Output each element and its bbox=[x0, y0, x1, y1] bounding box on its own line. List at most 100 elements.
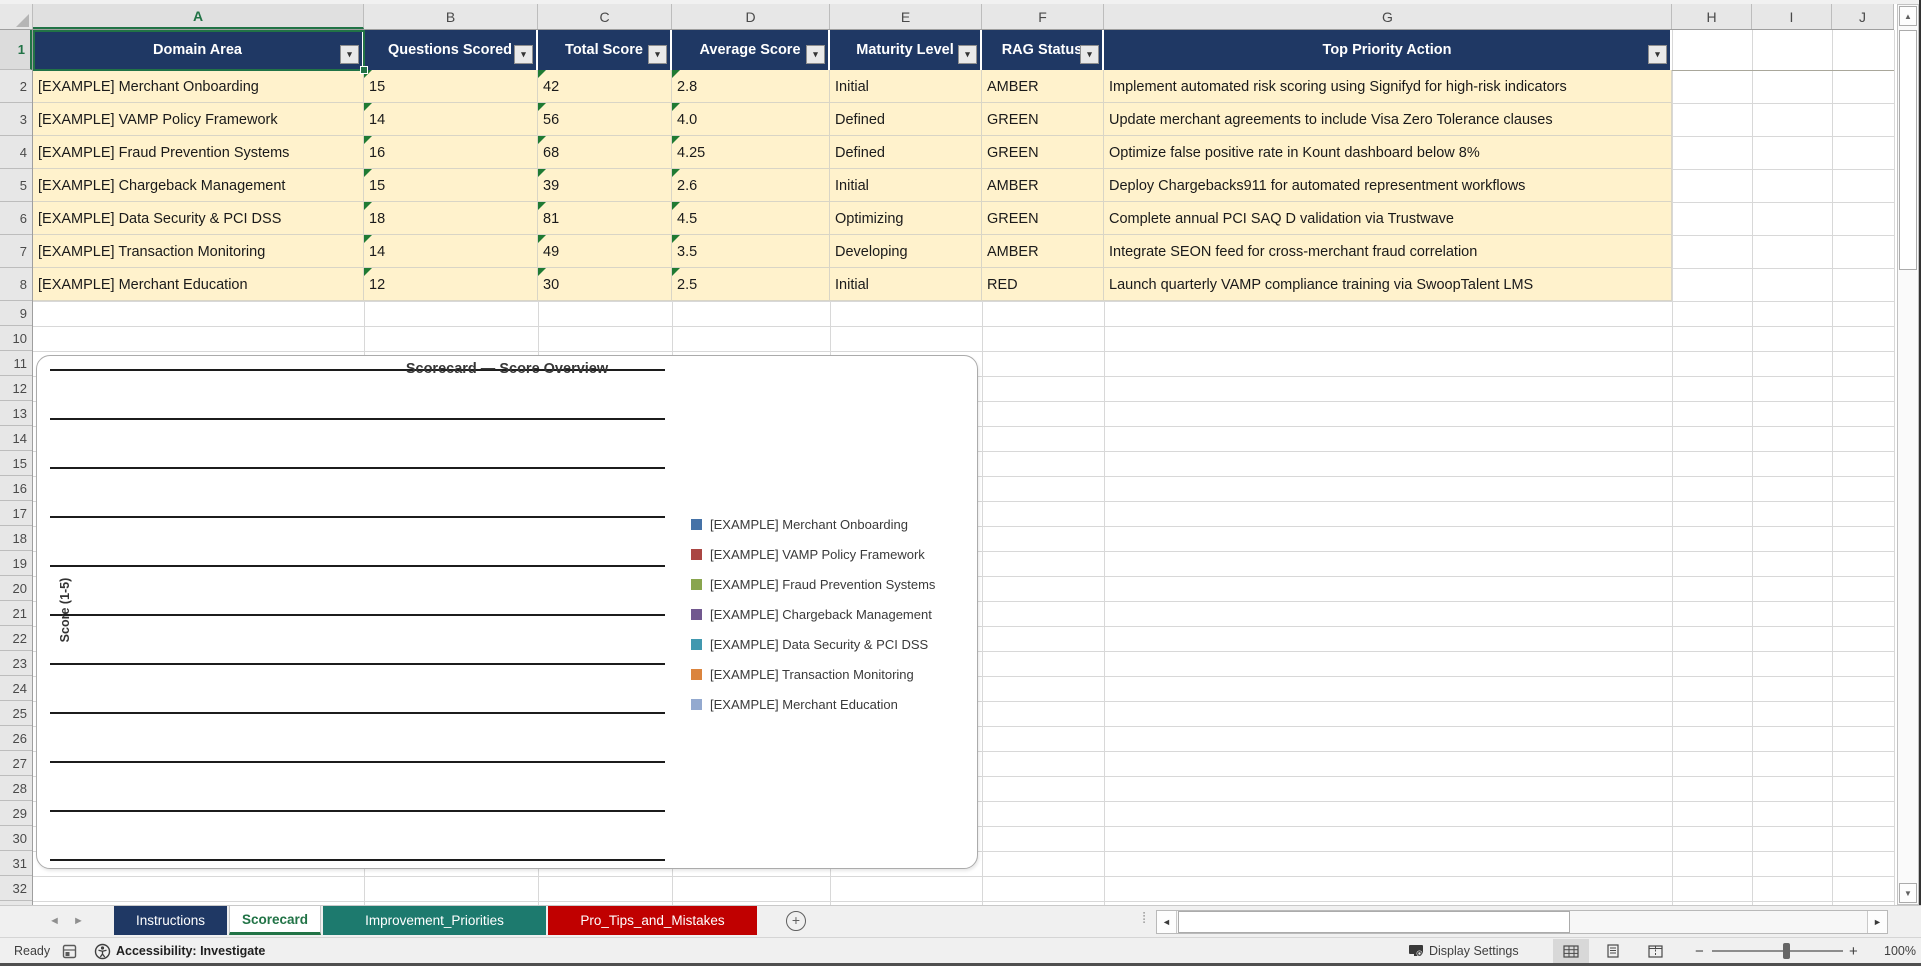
cell-B6[interactable]: 18 bbox=[364, 202, 538, 235]
column-header-I[interactable]: I bbox=[1752, 4, 1832, 29]
row-number-32[interactable]: 32 bbox=[0, 876, 32, 901]
cell-C3[interactable]: 56 bbox=[538, 103, 672, 136]
row-number-8[interactable]: 8 bbox=[0, 268, 32, 301]
header-cell-total-score[interactable]: Total Score ▾ bbox=[538, 30, 672, 70]
filter-dropdown-icon[interactable]: ▾ bbox=[806, 45, 825, 64]
row-number-15[interactable]: 15 bbox=[0, 451, 32, 476]
row-number-17[interactable]: 17 bbox=[0, 501, 32, 526]
accessibility-icon[interactable] bbox=[94, 938, 111, 964]
row-number-27[interactable]: 27 bbox=[0, 751, 32, 776]
column-header-F[interactable]: F bbox=[982, 4, 1104, 29]
header-cell-domain-area[interactable]: Domain Area ▾ bbox=[33, 30, 364, 70]
cell-E5[interactable]: Initial bbox=[830, 169, 982, 202]
zoom-slider-track[interactable] bbox=[1712, 950, 1843, 952]
cell-A2[interactable]: [EXAMPLE] Merchant Onboarding bbox=[33, 70, 364, 103]
row-number-16[interactable]: 16 bbox=[0, 476, 32, 501]
accessibility-status[interactable]: Accessibility: Investigate bbox=[116, 938, 265, 964]
cell-D8[interactable]: 2.5 bbox=[672, 268, 830, 301]
vertical-scroll-thumb[interactable] bbox=[1899, 30, 1917, 270]
cell-B7[interactable]: 14 bbox=[364, 235, 538, 268]
row-number-25[interactable]: 25 bbox=[0, 701, 32, 726]
display-settings-button[interactable]: Display Settings bbox=[1408, 938, 1519, 964]
header-cell-questions-scored[interactable]: Questions Scored ▾ bbox=[364, 30, 538, 70]
cell-E7[interactable]: Developing bbox=[830, 235, 982, 268]
cell-E4[interactable]: Defined bbox=[830, 136, 982, 169]
header-cell-average-score[interactable]: Average Score ▾ bbox=[672, 30, 830, 70]
cell-B3[interactable]: 14 bbox=[364, 103, 538, 136]
scroll-right-button[interactable]: ► bbox=[1867, 911, 1887, 933]
scroll-down-button[interactable]: ▼ bbox=[1899, 883, 1917, 903]
sheet-tab-instructions[interactable]: Instructions bbox=[114, 906, 227, 935]
select-all-button[interactable] bbox=[0, 4, 33, 29]
column-header-C[interactable]: C bbox=[538, 4, 672, 29]
filter-dropdown-icon[interactable]: ▾ bbox=[1648, 45, 1667, 64]
cell-G8[interactable]: Launch quarterly VAMP compliance trainin… bbox=[1104, 268, 1672, 301]
cell-G6[interactable]: Complete annual PCI SAQ D validation via… bbox=[1104, 202, 1672, 235]
row-number-31[interactable]: 31 bbox=[0, 851, 32, 876]
cell-B8[interactable]: 12 bbox=[364, 268, 538, 301]
cell-D3[interactable]: 4.0 bbox=[672, 103, 830, 136]
column-header-A[interactable]: A bbox=[33, 4, 364, 29]
normal-view-button[interactable] bbox=[1553, 939, 1589, 963]
new-sheet-button[interactable]: + bbox=[786, 911, 806, 931]
row-number-12[interactable]: 12 bbox=[0, 376, 32, 401]
cell-A7[interactable]: [EXAMPLE] Transaction Monitoring bbox=[33, 235, 364, 268]
cell-B5[interactable]: 15 bbox=[364, 169, 538, 202]
horizontal-scroll-thumb[interactable] bbox=[1178, 911, 1570, 933]
row-number-22[interactable]: 22 bbox=[0, 626, 32, 651]
cell-A6[interactable]: [EXAMPLE] Data Security & PCI DSS bbox=[33, 202, 364, 235]
cell-G3[interactable]: Update merchant agreements to include Vi… bbox=[1104, 103, 1672, 136]
cell-F6[interactable]: GREEN bbox=[982, 202, 1104, 235]
column-header-H[interactable]: H bbox=[1672, 4, 1752, 29]
row-number-3[interactable]: 3 bbox=[0, 103, 32, 136]
filter-dropdown-icon[interactable]: ▾ bbox=[648, 45, 667, 64]
cell-E2[interactable]: Initial bbox=[830, 70, 982, 103]
cell-C6[interactable]: 81 bbox=[538, 202, 672, 235]
header-cell-top-priority-action[interactable]: Top Priority Action ▾ bbox=[1104, 30, 1672, 70]
row-number-9[interactable]: 9 bbox=[0, 301, 32, 326]
row-number-20[interactable]: 20 bbox=[0, 576, 32, 601]
sheet-tab-scorecard[interactable]: Scorecard bbox=[229, 906, 321, 935]
cell-F2[interactable]: AMBER bbox=[982, 70, 1104, 103]
macro-record-icon[interactable] bbox=[62, 938, 77, 964]
cell-F4[interactable]: GREEN bbox=[982, 136, 1104, 169]
cell-C7[interactable]: 49 bbox=[538, 235, 672, 268]
row-number-2[interactable]: 2 bbox=[0, 70, 32, 103]
cell-F8[interactable]: RED bbox=[982, 268, 1104, 301]
zoom-in-button[interactable]: + bbox=[1849, 938, 1858, 964]
vertical-scrollbar[interactable]: ▲ ▼ bbox=[1897, 4, 1919, 905]
row-number-28[interactable]: 28 bbox=[0, 776, 32, 801]
cell-G4[interactable]: Optimize false positive rate in Kount da… bbox=[1104, 136, 1672, 169]
column-header-G[interactable]: G bbox=[1104, 4, 1672, 29]
sheet-tab-pro_tips_and_mistakes[interactable]: Pro_Tips_and_Mistakes bbox=[548, 906, 757, 935]
header-cell-maturity-level[interactable]: Maturity Level ▾ bbox=[830, 30, 982, 70]
cell-F5[interactable]: AMBER bbox=[982, 169, 1104, 202]
cell-A4[interactable]: [EXAMPLE] Fraud Prevention Systems bbox=[33, 136, 364, 169]
cell-C4[interactable]: 68 bbox=[538, 136, 672, 169]
cell-A3[interactable]: [EXAMPLE] VAMP Policy Framework bbox=[33, 103, 364, 136]
filter-dropdown-icon[interactable]: ▾ bbox=[340, 45, 359, 64]
page-layout-view-button[interactable] bbox=[1595, 939, 1631, 963]
cell-A8[interactable]: [EXAMPLE] Merchant Education bbox=[33, 268, 364, 301]
horizontal-scrollbar[interactable]: ◄ ► bbox=[1156, 910, 1888, 934]
row-number-11[interactable]: 11 bbox=[0, 351, 32, 376]
row-number-1[interactable]: 1 bbox=[0, 30, 32, 70]
sheet-tab-improvement_priorities[interactable]: Improvement_Priorities bbox=[323, 906, 546, 935]
row-number-13[interactable]: 13 bbox=[0, 401, 32, 426]
cell-C8[interactable]: 30 bbox=[538, 268, 672, 301]
row-number-6[interactable]: 6 bbox=[0, 202, 32, 235]
row-number-19[interactable]: 19 bbox=[0, 551, 32, 576]
row-number-4[interactable]: 4 bbox=[0, 136, 32, 169]
header-cell-rag-status[interactable]: RAG Status ▾ bbox=[982, 30, 1104, 70]
zoom-slider-thumb[interactable] bbox=[1783, 943, 1790, 959]
row-number-21[interactable]: 21 bbox=[0, 601, 32, 626]
row-number-26[interactable]: 26 bbox=[0, 726, 32, 751]
column-header-J[interactable]: J bbox=[1832, 4, 1894, 29]
cell-C5[interactable]: 39 bbox=[538, 169, 672, 202]
column-header-E[interactable]: E bbox=[830, 4, 982, 29]
row-number-14[interactable]: 14 bbox=[0, 426, 32, 451]
column-header-B[interactable]: B bbox=[364, 4, 538, 29]
row-number-30[interactable]: 30 bbox=[0, 826, 32, 851]
tab-scroll-right-icon[interactable]: ► bbox=[73, 915, 84, 927]
cell-D2[interactable]: 2.8 bbox=[672, 70, 830, 103]
